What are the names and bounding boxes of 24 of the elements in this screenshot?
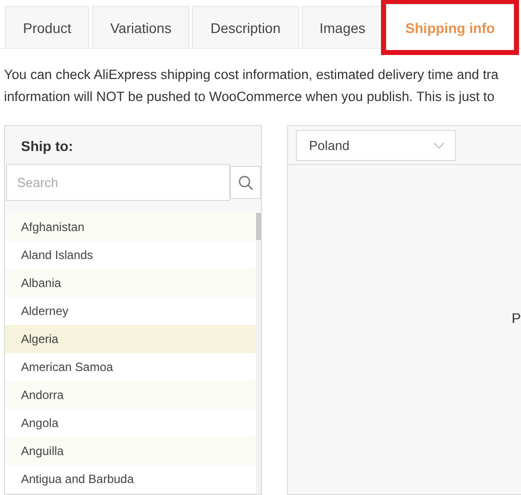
panel-title: Ship to: [20, 137, 74, 156]
country-item[interactable]: Aland Islands [5, 241, 256, 269]
country-item[interactable]: American Samoa [5, 353, 256, 381]
tab[interactable]: Product [5, 6, 90, 48]
search-field[interactable]: Search [6, 164, 230, 201]
country-select[interactable]: Poland [296, 130, 456, 161]
search-icon [238, 174, 254, 190]
notice-text: You can check AliExpress shipping cost information, estimated delivery time and tra [4, 66, 500, 84]
scrollbar[interactable] [256, 213, 261, 493]
country-item[interactable]: Antigua and Barbuda [5, 465, 256, 493]
shipping-message: P [512, 310, 521, 326]
notice-text: information will NOT be pushed to WooCommerce when you publish. This is just to [4, 88, 496, 106]
country-item[interactable]: Angola [5, 409, 256, 437]
chevron-down-icon [433, 142, 445, 150]
country-item[interactable]: Algeria [5, 325, 256, 353]
tab[interactable]: Variations [92, 6, 190, 48]
country-item[interactable]: Andorra [5, 381, 256, 409]
country-item[interactable]: Afghanistan [5, 213, 256, 241]
tab[interactable]: Description [192, 6, 298, 48]
country-item[interactable]: Albania [5, 269, 256, 297]
search-button[interactable] [230, 166, 261, 199]
tab[interactable]: Images [302, 6, 384, 48]
country-item[interactable]: Anguilla [5, 437, 256, 465]
country-item[interactable]: Alderney [5, 297, 256, 325]
